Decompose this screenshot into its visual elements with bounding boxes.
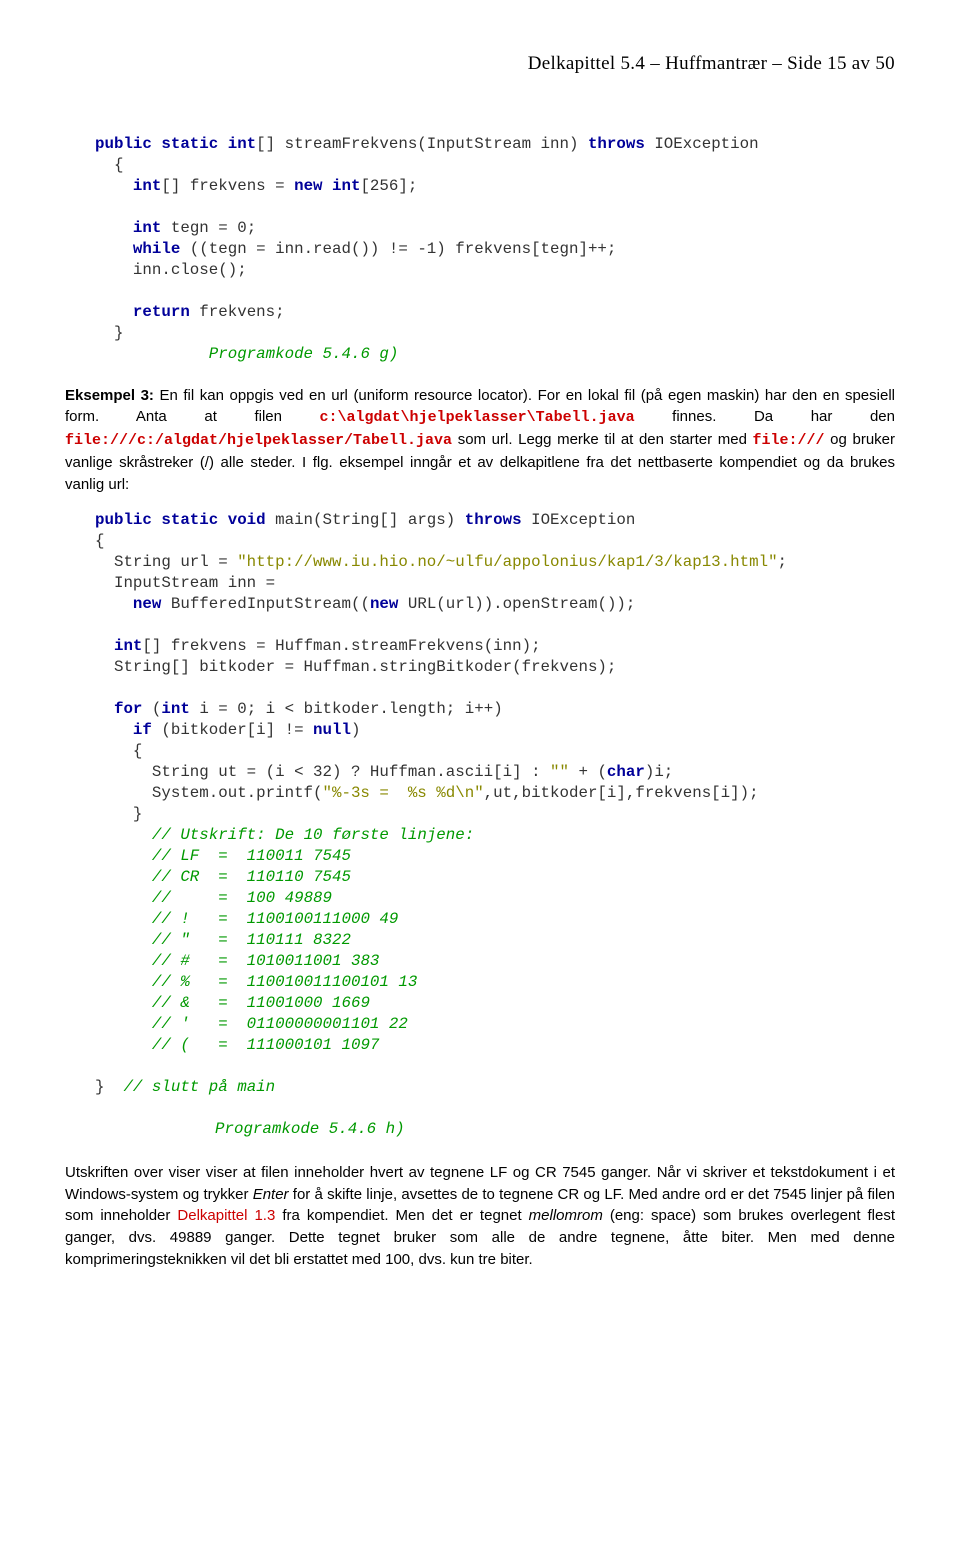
code-label-1: Programkode 5.4.6 g): [209, 345, 399, 363]
page-header: Delkapittel 5.4 – Huffmantrær – Side 15 …: [65, 50, 895, 79]
code-label-2: Programkode 5.4.6 h): [215, 1118, 895, 1142]
code-block-1: public static int[] streamFrekvens(Input…: [95, 134, 895, 365]
chapter-title: Huffmantrær: [665, 53, 767, 74]
code-block-2: public static void main(String[] args) t…: [95, 510, 895, 1098]
chapter-label: Delkapittel 5.4: [528, 53, 645, 74]
example-label: Eksempel 3:: [65, 387, 159, 404]
paragraph-example-3: Eksempel 3: En fil kan oppgis ved en url…: [65, 385, 895, 496]
paragraph-output: Utskriften over viser viser at filen inn…: [65, 1162, 895, 1271]
link-delkapittel[interactable]: Delkapittel 1.3: [177, 1207, 275, 1224]
page-number: Side 15 av 50: [787, 53, 895, 74]
